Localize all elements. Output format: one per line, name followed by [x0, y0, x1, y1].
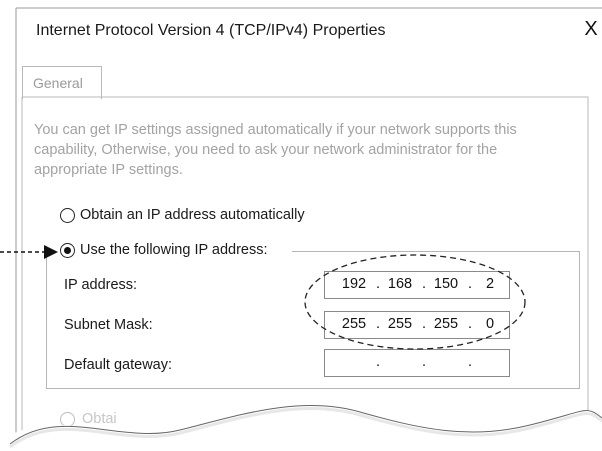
radio-selected-dot [63, 246, 71, 254]
obtain-ip-automatically-radio[interactable] [60, 208, 75, 223]
octet-dot: . [468, 276, 473, 292]
title-bar: Internet Protocol Version 4 (TCP/IPv4) P… [16, 8, 602, 54]
octet-dot: . [468, 354, 473, 370]
ipv4-properties-dialog: Internet Protocol Version 4 (TCP/IPv4) P… [0, 0, 602, 451]
default-gateway-input[interactable]: . . . [324, 349, 510, 377]
use-following-ip-radio[interactable] [60, 243, 75, 258]
octet-dot: . [468, 316, 473, 332]
mask-octet-3: 255 [433, 316, 459, 332]
dialog-title: Internet Protocol Version 4 (TCP/IPv4) P… [36, 22, 386, 39]
description-text: You can get IP settings assigned automat… [34, 122, 517, 178]
default-gateway-label: Default gateway: [64, 357, 173, 373]
use-following-ip-label: Use the following IP address: [80, 242, 268, 258]
subnet-mask-input[interactable]: 255 . 255 . 255 . 0 [324, 311, 510, 339]
ip-octet-2: 168 [387, 276, 413, 292]
mask-octet-1: 255 [341, 316, 367, 332]
ip-address-label: IP address: [64, 277, 138, 293]
tab-general[interactable]: General [22, 66, 102, 99]
octet-dot: . [422, 316, 427, 332]
subnet-mask-label: Subnet Mask: [64, 317, 153, 333]
close-icon[interactable]: X [580, 18, 602, 40]
octet-dot: . [422, 276, 427, 292]
octet-dot: . [376, 276, 381, 292]
ip-octet-3: 150 [433, 276, 459, 292]
octet-dot: . [376, 354, 381, 370]
obtain-ip-automatically-label: Obtain an IP address automatically [80, 207, 305, 223]
tab-general-label: General [33, 75, 83, 91]
octet-dot: . [376, 316, 381, 332]
mask-octet-2: 255 [387, 316, 413, 332]
ip-octet-4: 2 [485, 276, 495, 292]
obtain-dns-automatically-radio[interactable] [60, 412, 75, 427]
obtain-dns-automatically-label: Obtai [82, 411, 117, 427]
octet-dot: . [422, 354, 427, 370]
ip-octet-1: 192 [341, 276, 367, 292]
ip-address-input[interactable]: 192 . 168 . 150 . 2 [324, 271, 510, 299]
mask-octet-4: 0 [485, 316, 495, 332]
